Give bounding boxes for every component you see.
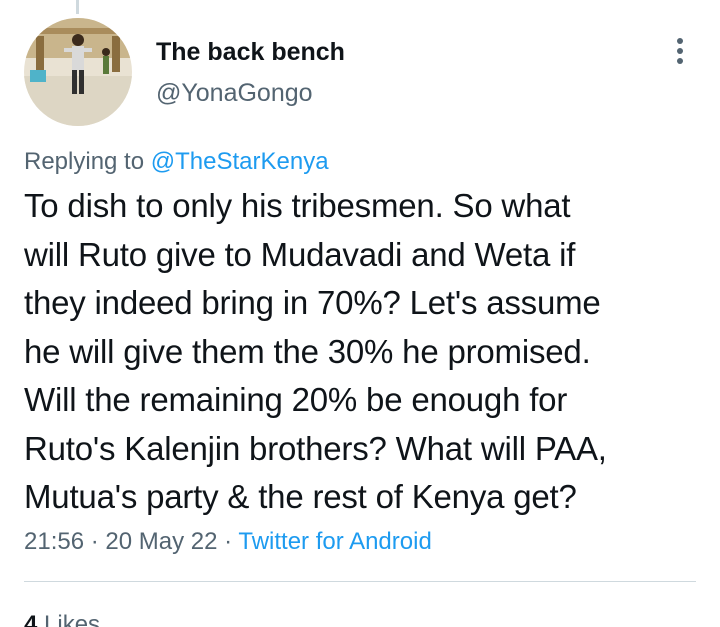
tweet-text: To dish to only his tribesmen. So what w… <box>24 182 704 522</box>
tweet-text-line: Mutua's party & the rest of Kenya get? <box>24 478 577 515</box>
tweet-text-line: Ruto's Kalenjin brothers? What will PAA, <box>24 429 607 467</box>
tweet-time[interactable]: 21:56 <box>24 528 84 555</box>
tweet-text-line: he will give them the 30% he promised. <box>24 332 591 370</box>
likes-count: 4 <box>24 611 38 627</box>
avatar[interactable] <box>24 18 132 126</box>
divider <box>24 581 696 582</box>
tweet-date[interactable]: 20 May 22 <box>105 528 217 555</box>
likes-stat[interactable]: 4 Likes <box>24 609 100 627</box>
tweet-text-line: Will the remaining 20% be enough for <box>24 381 568 418</box>
tweet-source-link[interactable]: Twitter for Android <box>238 528 431 555</box>
tweet-detail: The back bench @YonaGongo Replying to @T… <box>0 0 720 627</box>
thread-connector-line <box>76 0 79 14</box>
replying-to-prefix: Replying to <box>24 148 151 175</box>
tweet-text-line: will Ruto give to Mudavadi and Weta if <box>24 235 576 273</box>
tweet-text-line: they indeed bring in 70%? Let's assume <box>24 284 601 321</box>
likes-label: Likes <box>44 611 101 627</box>
meta-separator: · <box>217 528 239 555</box>
tweet-text-line: To dish to only his tribesmen. So what <box>24 187 571 224</box>
reply-mention-link[interactable]: @TheStarKenya <box>151 148 329 175</box>
avatar-photo <box>24 18 132 126</box>
meta-separator: · <box>84 528 106 555</box>
author-handle[interactable]: @YonaGongo <box>156 77 313 109</box>
replying-to: Replying to @TheStarKenya <box>24 146 329 178</box>
more-vertical-icon[interactable] <box>668 36 692 66</box>
tweet-meta: 21:56 · 20 May 22 · Twitter for Android <box>24 526 432 558</box>
author-display-name[interactable]: The back bench <box>156 36 345 68</box>
